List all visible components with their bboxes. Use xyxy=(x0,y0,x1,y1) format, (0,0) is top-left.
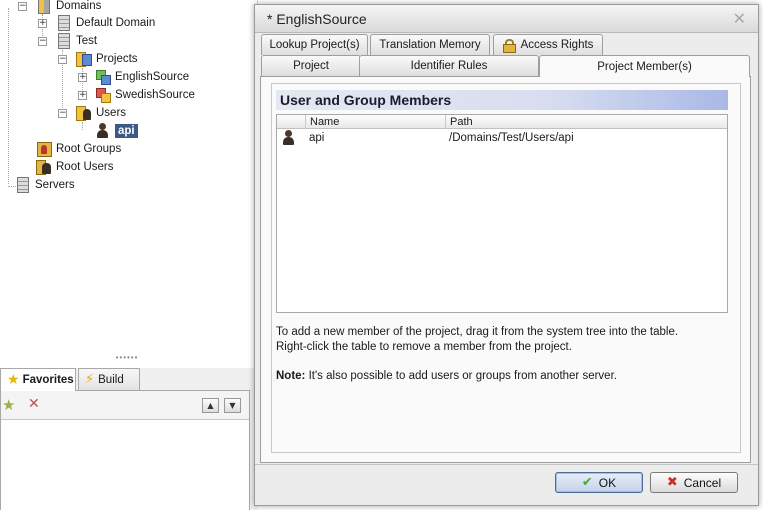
cell-name: api xyxy=(309,132,325,144)
tab-label: Translation Memory xyxy=(379,39,481,51)
tab-favorites[interactable]: ★ Favorites xyxy=(0,368,76,391)
tree-item-label: EnglishSource xyxy=(115,71,190,83)
column-header-name[interactable]: Name xyxy=(305,115,445,129)
lock-icon xyxy=(502,39,516,53)
members-table[interactable]: Name Path api /Domains/Test/Users/api xyxy=(276,114,728,313)
tab-label: Lookup Project(s) xyxy=(269,39,360,51)
project-dialog: * EnglishSource ✕ Lookup Project(s) Tran… xyxy=(254,4,759,506)
table-row[interactable]: api /Domains/Test/Users/api xyxy=(277,130,727,146)
collapse-toggle-icon[interactable]: − xyxy=(58,109,67,118)
project-members-panel: User and Group Members Name Path api /Do… xyxy=(260,76,751,463)
tree-item-englishsource[interactable]: EnglishSource xyxy=(95,68,189,86)
tree-item-swedishsource[interactable]: SwedishSource xyxy=(95,86,195,104)
dialog-title: * EnglishSource xyxy=(267,11,367,27)
user-icon xyxy=(95,123,111,139)
tree-item-label: Root Users xyxy=(56,161,114,173)
collapse-toggle-icon[interactable]: − xyxy=(38,37,47,46)
tree-item-label: api xyxy=(115,124,138,138)
tree-item-label: Test xyxy=(76,35,98,47)
tab-project-members[interactable]: Project Member(s) xyxy=(539,55,750,77)
tab-translation-memory[interactable]: Translation Memory xyxy=(370,34,490,55)
cancel-label: Cancel xyxy=(683,475,722,490)
tree-item-label: Root Groups xyxy=(56,143,122,155)
help-text-line1: To add a new member of the project, drag… xyxy=(276,326,679,338)
tab-label: Project Member(s) xyxy=(597,60,692,73)
tree-item-root-users[interactable]: Root Users xyxy=(36,158,114,176)
favorites-content: ★ ✕ ▲ ▼ xyxy=(0,390,250,510)
tab-lookup-projects[interactable]: Lookup Project(s) xyxy=(261,34,368,55)
help-note: Note: It's also possible to add users or… xyxy=(276,369,617,384)
move-up-button[interactable]: ▲ xyxy=(202,398,219,413)
tree-item-root-groups[interactable]: Root Groups xyxy=(36,140,121,158)
collapse-toggle-icon[interactable]: − xyxy=(18,2,27,11)
cell-path: /Domains/Test/Users/api xyxy=(449,132,574,144)
user-icon xyxy=(281,130,297,146)
favorites-toolbar: ★ ✕ ▲ ▼ xyxy=(1,391,249,419)
domains-icon xyxy=(38,0,50,14)
favorites-panel: ★ Favorites ⚡ Build ★ ✕ ▲ ▼ xyxy=(0,368,258,510)
tab-label: Favorites xyxy=(22,374,74,386)
server-icon xyxy=(58,33,70,49)
expand-toggle-icon[interactable]: + xyxy=(38,19,47,28)
tab-label: Identifier Rules xyxy=(410,60,488,72)
splitter-handle[interactable]: •••••• xyxy=(107,354,147,362)
ok-label: OK xyxy=(598,475,617,490)
users-folder-icon xyxy=(76,105,92,121)
tree-item-servers[interactable]: Servers xyxy=(15,176,75,194)
tab-build[interactable]: ⚡ Build xyxy=(78,368,140,390)
star-icon: ★ xyxy=(7,372,20,388)
close-icon[interactable]: ✕ xyxy=(733,9,746,28)
favorites-list[interactable] xyxy=(1,419,249,510)
column-header-path[interactable]: Path xyxy=(445,115,727,129)
tab-access-rights[interactable]: Access Rights xyxy=(493,34,603,55)
expand-toggle-icon[interactable]: + xyxy=(78,91,87,100)
tree-item-label: SwedishSource xyxy=(115,89,195,101)
tree-item-label: Users xyxy=(96,107,127,119)
projects-icon xyxy=(76,51,92,67)
tree-item-label: Domains xyxy=(56,0,102,12)
dialog-titlebar[interactable]: * EnglishSource ✕ xyxy=(255,5,758,33)
tab-label: Project xyxy=(293,60,329,72)
expand-toggle-icon[interactable]: + xyxy=(78,73,87,82)
cancel-button[interactable]: ✖ Cancel xyxy=(650,472,738,493)
root-users-icon xyxy=(36,159,52,175)
project-icon xyxy=(95,87,111,103)
tree-item-label: Servers xyxy=(35,179,75,191)
collapse-toggle-icon[interactable]: − xyxy=(58,55,67,64)
note-text: It's also possible to add users or group… xyxy=(305,370,617,382)
tree-item-api[interactable]: api xyxy=(95,122,138,140)
dialog-footer: ✔ OK ✖ Cancel xyxy=(255,464,758,505)
cancel-x-icon: ✖ xyxy=(666,475,678,490)
root-groups-icon xyxy=(36,141,52,157)
tab-project[interactable]: Project xyxy=(261,55,361,76)
help-text-line2: Right-click the table to remove a member… xyxy=(276,341,572,353)
checkmark-icon: ✔ xyxy=(581,475,593,490)
tree-item-label: Default Domain xyxy=(76,17,156,29)
tree-guide-line xyxy=(82,122,83,130)
tree-guide-line xyxy=(8,8,9,184)
server-icon xyxy=(58,15,70,31)
section-title: User and Group Members xyxy=(280,92,452,108)
lightning-icon: ⚡ xyxy=(85,372,95,387)
tab-identifier-rules[interactable]: Identifier Rules xyxy=(359,55,539,76)
tree-item-test[interactable]: Test xyxy=(56,32,97,50)
tree-item-default-domain[interactable]: Default Domain xyxy=(56,14,155,32)
system-tree[interactable]: − Domains + Default Domain − Test − Proj… xyxy=(0,0,258,350)
remove-favorite-icon[interactable]: ✕ xyxy=(28,396,40,412)
members-section: User and Group Members Name Path api /Do… xyxy=(271,83,741,453)
tab-label: Access Rights xyxy=(520,39,594,51)
table-header: Name Path xyxy=(277,115,727,129)
tree-item-label: Projects xyxy=(96,53,138,65)
tab-label: Build xyxy=(98,373,124,386)
tree-item-projects[interactable]: Projects xyxy=(76,50,138,68)
note-label: Note: xyxy=(276,370,306,382)
ok-button[interactable]: ✔ OK xyxy=(555,472,643,493)
project-icon xyxy=(95,69,111,85)
servers-icon xyxy=(17,177,29,193)
move-down-button[interactable]: ▼ xyxy=(224,398,241,413)
tree-item-domains[interactable]: Domains xyxy=(36,0,101,15)
tree-item-users[interactable]: Users xyxy=(76,104,126,122)
section-header: User and Group Members xyxy=(276,90,728,110)
add-favorite-icon[interactable]: ★ xyxy=(2,396,15,414)
